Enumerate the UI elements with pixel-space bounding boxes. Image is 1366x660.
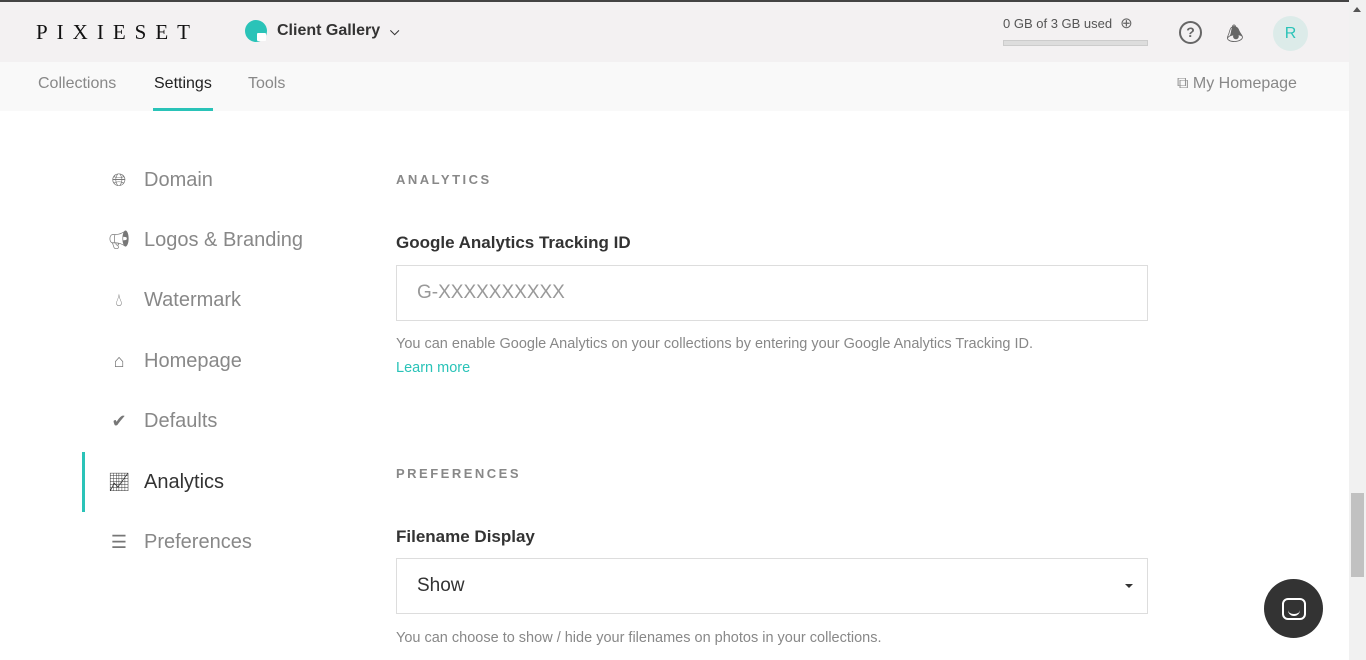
sliders-icon: ☰ (110, 532, 128, 553)
app-switcher-label: Client Gallery (277, 22, 381, 39)
sidebar-item-defaults[interactable]: ✔ Defaults (82, 392, 342, 452)
bell-icon[interactable]: 🕭 (1226, 20, 1244, 54)
storage-usage: 0 GB of 3 GB used ⊕ (1003, 14, 1133, 32)
sidebar-item-label: Domain (144, 168, 213, 191)
filename-display-help: You can choose to show / hide your filen… (396, 630, 882, 646)
chat-launcher-button[interactable] (1264, 579, 1323, 638)
megaphone-icon: 📢︎ (107, 230, 131, 251)
chat-icon (1281, 597, 1306, 620)
sidebar-item-label: Defaults (144, 410, 218, 433)
caret-down-icon (1125, 584, 1133, 588)
tracking-id-input[interactable]: G-XXXXXXXXXX (396, 265, 1148, 321)
client-gallery-icon (245, 20, 267, 42)
app-switcher[interactable]: Client Gallery ⌵ (245, 20, 399, 42)
sidebar-item-watermark[interactable]: 💧︎ Watermark (82, 271, 342, 331)
sidebar-item-label: Preferences (144, 531, 252, 554)
globe-icon: 🌐︎ (111, 169, 127, 190)
my-homepage-link[interactable]: ⧉ My Homepage (1177, 75, 1297, 93)
chart-line-icon: 📈︎ (107, 471, 131, 492)
check-circle-icon: ✔ (111, 411, 127, 432)
settings-sidebar: 🌐︎ Domain 📢︎ Logos & Branding 💧︎ Watermark … (82, 150, 342, 573)
learn-more-link[interactable]: Learn more (396, 360, 470, 376)
analytics-heading: ANALYTICS (396, 172, 492, 187)
header: PIXIESET Client Gallery ⌵ 0 GB of 3 GB u… (0, 2, 1349, 62)
sidebar-item-homepage[interactable]: ⌂ Homepage (82, 331, 342, 391)
scrollbar-thumb[interactable] (1351, 493, 1364, 577)
sidebar-item-label: Logos & Branding (144, 229, 304, 252)
sidebar-item-logos-branding[interactable]: 📢︎ Logos & Branding (82, 210, 342, 270)
tracking-id-label: Google Analytics Tracking ID (396, 233, 631, 252)
storage-text: 0 GB of 3 GB used (1003, 16, 1113, 31)
filename-display-select[interactable]: Show (396, 558, 1148, 614)
sidebar-item-domain[interactable]: 🌐︎ Domain (82, 150, 342, 210)
scrollbar[interactable] (1349, 0, 1366, 660)
chevron-down-icon: ⌵ (390, 23, 400, 38)
home-icon: ⌂ (113, 350, 125, 371)
avatar[interactable]: R (1273, 16, 1308, 51)
droplet-icon: 💧︎ (115, 290, 123, 311)
sidebar-item-label: Homepage (144, 349, 242, 372)
add-storage-icon[interactable]: ⊕ (1120, 15, 1133, 32)
my-homepage-label: My Homepage (1192, 75, 1297, 92)
filename-display-value: Show (417, 575, 465, 596)
tab-tools[interactable]: Tools (248, 75, 285, 93)
filename-display-label: Filename Display (396, 527, 535, 546)
sidebar-item-label: Watermark (144, 289, 242, 312)
preferences-heading: PREFERENCES (396, 466, 522, 481)
sidebar-item-preferences[interactable]: ☰ Preferences (82, 512, 342, 572)
tab-collections[interactable]: Collections (38, 75, 116, 93)
sidebar-item-label: Analytics (144, 470, 225, 493)
tab-settings[interactable]: Settings (153, 75, 213, 111)
sub-navigation: Collections Settings Tools ⧉ My Homepage (0, 62, 1349, 111)
storage-bar (1003, 40, 1148, 46)
sidebar-item-analytics[interactable]: 📈︎ Analytics (82, 451, 342, 513)
pixieset-logo[interactable]: PIXIESET (36, 20, 199, 45)
external-link-icon: ⧉ (1177, 75, 1189, 92)
tracking-id-help: You can enable Google Analytics on your … (396, 336, 1034, 352)
scroll-up-icon[interactable] (1353, 7, 1361, 12)
help-icon[interactable]: ? (1179, 21, 1202, 44)
